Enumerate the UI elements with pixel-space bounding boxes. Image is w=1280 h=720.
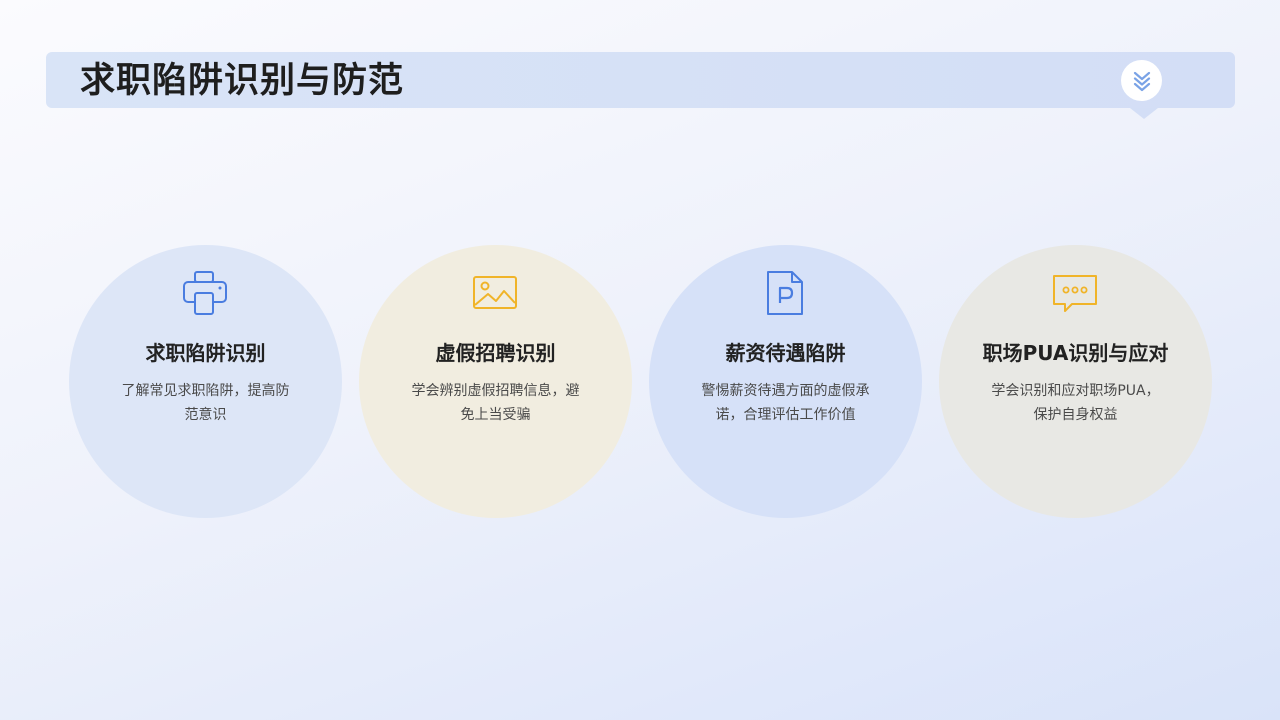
printer-icon bbox=[183, 271, 227, 315]
card-workplace-pua: 职场PUA识别与应对 学会识别和应对职场PUA，保护自身权益 bbox=[939, 245, 1212, 518]
card-description: 了解常见求职陷阱，提高防范意识 bbox=[121, 383, 290, 423]
card-title: 虚假招聘识别 bbox=[435, 341, 556, 365]
card-fake-recruitment: 虚假招聘识别 学会辨别虚假招聘信息，避免上当受骗 bbox=[359, 245, 632, 518]
document-p-icon bbox=[767, 271, 803, 315]
card-title: 职场PUA识别与应对 bbox=[982, 341, 1169, 365]
card-description: 警惕薪资待遇方面的虚假承诺，合理评估工作价值 bbox=[701, 383, 870, 423]
card-description: 学会识别和应对职场PUA，保护自身权益 bbox=[991, 383, 1160, 423]
card-description: 学会辨别虚假招聘信息，避免上当受骗 bbox=[411, 383, 580, 423]
double-chevron-down-icon bbox=[1133, 71, 1150, 91]
image-icon bbox=[473, 276, 517, 309]
card-salary-trap: 薪资待遇陷阱 警惕薪资待遇方面的虚假承诺，合理评估工作价值 bbox=[649, 245, 922, 518]
title-bar: 求职陷阱识别与防范 bbox=[46, 52, 1235, 119]
scroll-down-button[interactable] bbox=[1121, 60, 1162, 101]
card-job-trap: 求职陷阱识别 了解常见求职陷阱，提高防范意识 bbox=[69, 245, 342, 518]
chat-bubble-icon bbox=[1053, 275, 1097, 312]
card-title: 薪资待遇陷阱 bbox=[725, 341, 846, 365]
card-title: 求职陷阱识别 bbox=[145, 341, 266, 365]
page-title: 求职陷阱识别与防范 bbox=[80, 61, 405, 101]
